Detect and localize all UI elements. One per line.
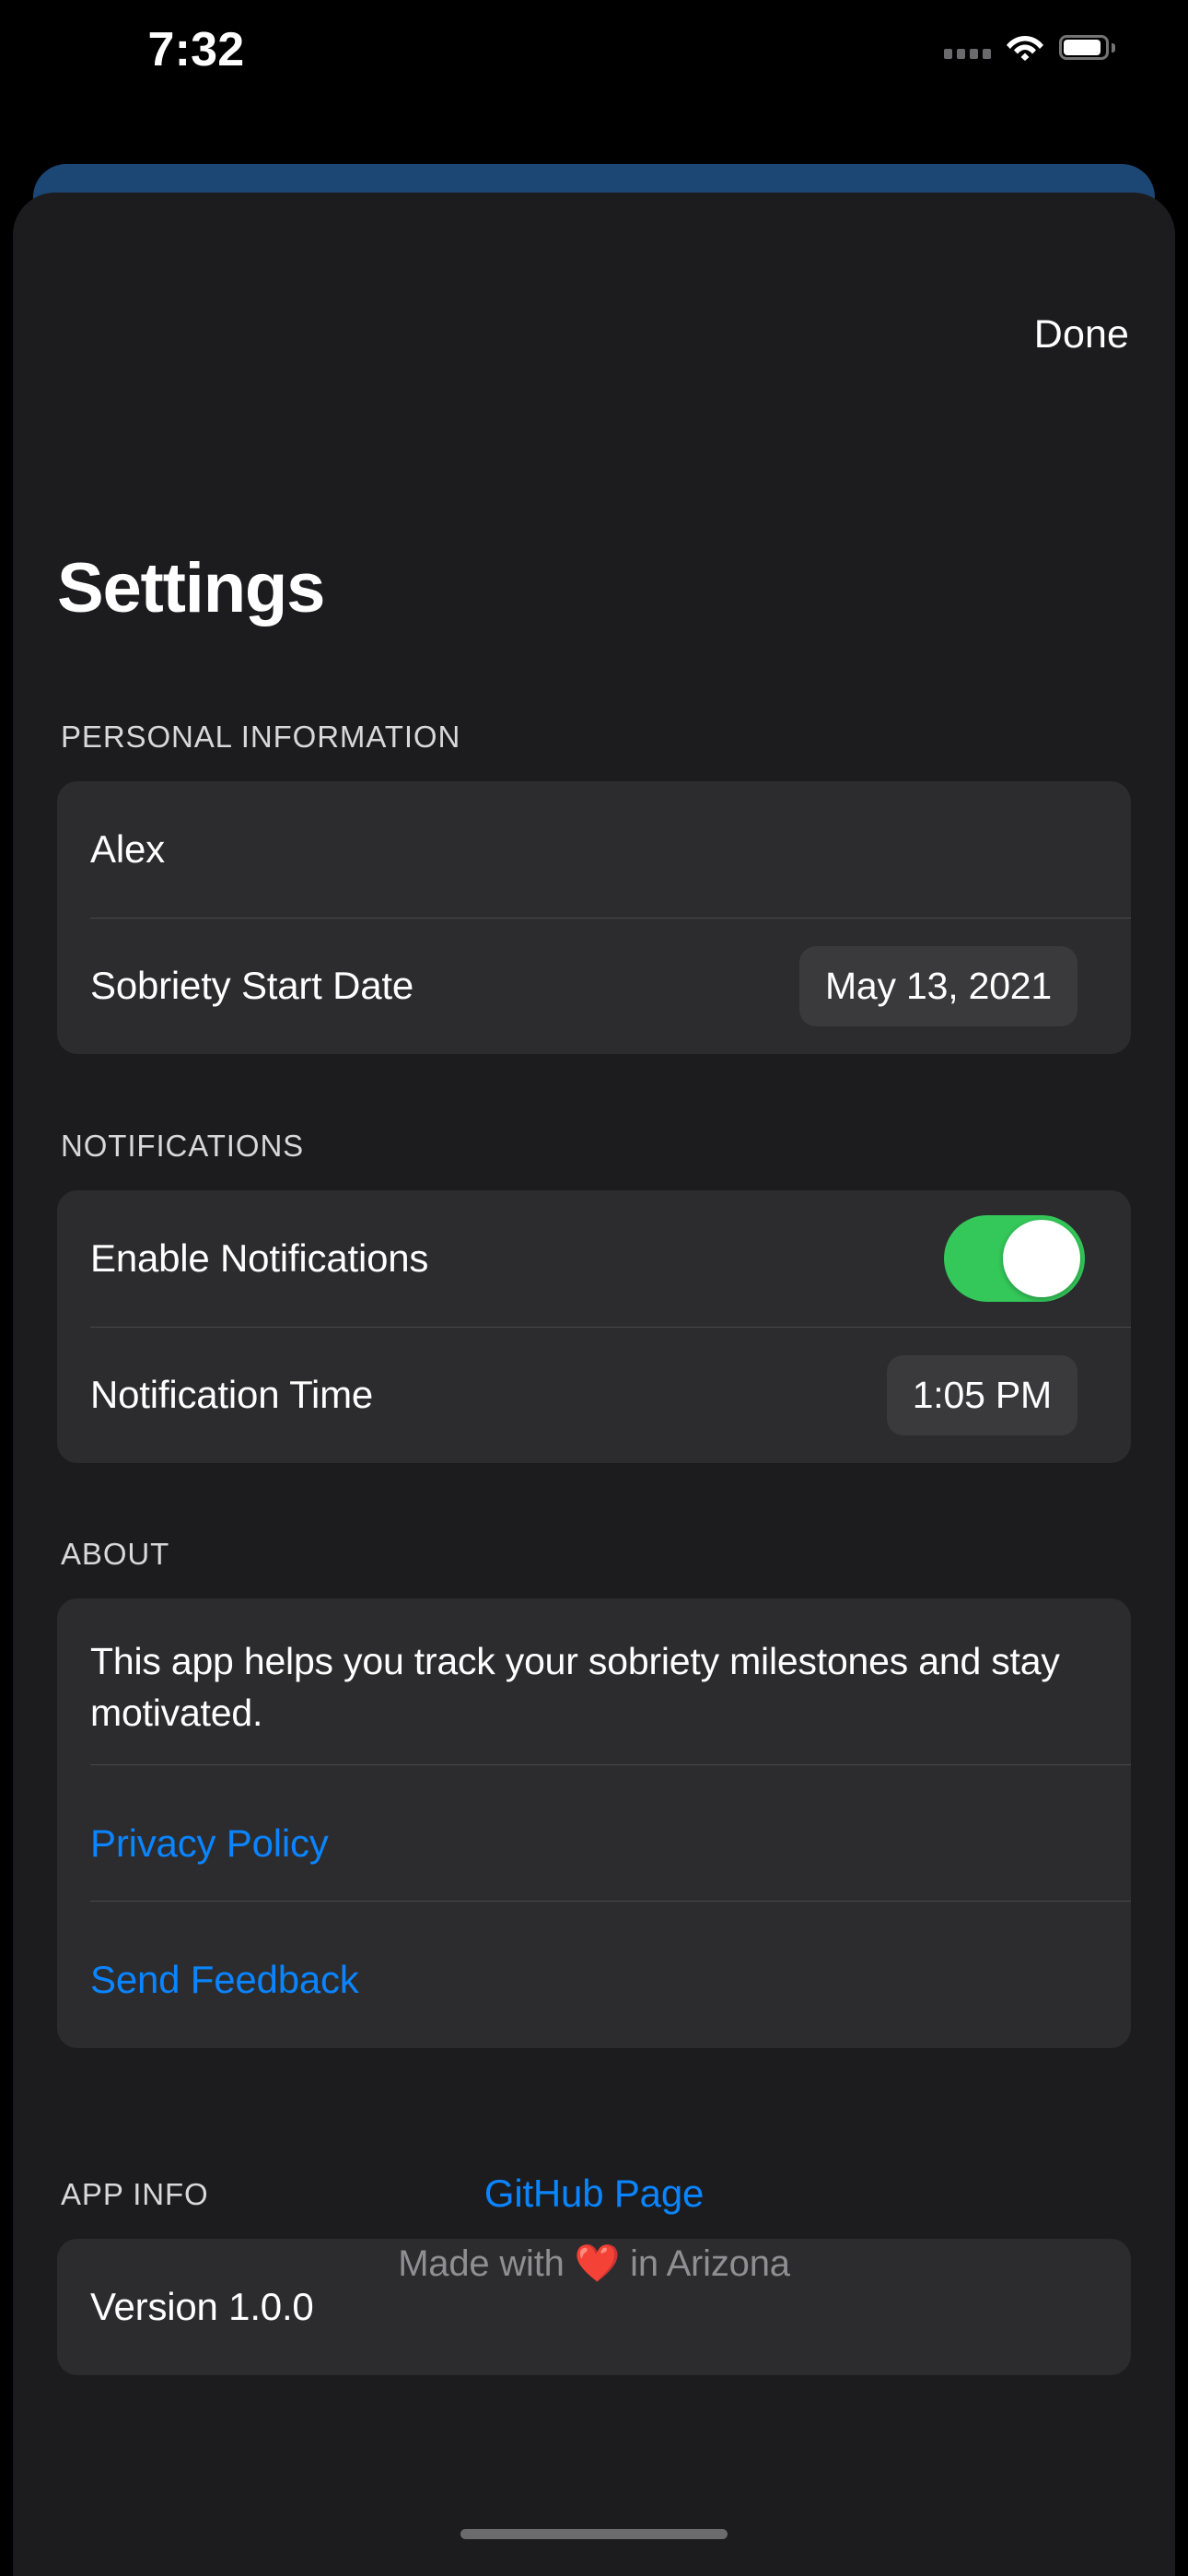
- settings-sheet: Done Settings PERSONAL INFORMATION Alex …: [13, 193, 1175, 2576]
- row-about-description: This app helps you track your sobriety m…: [57, 1598, 1131, 1775]
- name-value: Alex: [90, 827, 165, 871]
- section-header-notifications: NOTIFICATIONS: [61, 1129, 305, 1163]
- enable-notifications-toggle[interactable]: [944, 1215, 1085, 1302]
- section-header-about: ABOUT: [61, 1537, 170, 1571]
- made-with-note: Made with ❤️ in Arizona: [13, 2242, 1175, 2285]
- status-bar-time: 7:32: [147, 23, 245, 76]
- send-feedback-link[interactable]: Send Feedback: [90, 1958, 359, 2002]
- page-title: Settings: [57, 549, 325, 627]
- row-divider: [90, 1764, 1131, 1765]
- status-bar: 7:32: [0, 0, 1188, 138]
- status-bar-indicators: [944, 33, 1115, 61]
- version-value: Version 1.0.0: [90, 2285, 314, 2328]
- home-indicator[interactable]: [460, 2529, 728, 2539]
- sobriety-start-date-label: Sobriety Start Date: [90, 964, 414, 1007]
- section-header-personal-information: PERSONAL INFORMATION: [61, 720, 461, 754]
- heart-icon: ❤️: [574, 2243, 621, 2284]
- row-notification-time[interactable]: Notification Time 1:05 PM: [57, 1327, 1131, 1463]
- about-card: This app helps you track your sobriety m…: [57, 1598, 1131, 2048]
- about-description: This app helps you track your sobriety m…: [90, 1640, 1060, 1734]
- row-enable-notifications[interactable]: Enable Notifications: [57, 1190, 1131, 1327]
- notifications-card: Enable Notifications Notification Time 1…: [57, 1190, 1131, 1463]
- toggle-knob: [1003, 1220, 1080, 1297]
- github-page-link[interactable]: GitHub Page: [13, 2172, 1175, 2216]
- made-with-prefix: Made with: [398, 2243, 575, 2284]
- row-name[interactable]: Alex: [57, 781, 1131, 918]
- wifi-icon: [1006, 33, 1044, 61]
- sobriety-start-date-picker[interactable]: May 13, 2021: [798, 945, 1077, 1026]
- row-send-feedback[interactable]: Send Feedback: [57, 1912, 1131, 2048]
- signal-dots-icon: [944, 35, 991, 59]
- privacy-policy-link[interactable]: Privacy Policy: [90, 1821, 329, 1866]
- personal-information-card: Alex Sobriety Start Date May 13, 2021: [57, 781, 1131, 1054]
- done-button[interactable]: Done: [1034, 312, 1129, 357]
- made-with-suffix: in Arizona: [620, 2243, 790, 2284]
- row-privacy-policy[interactable]: Privacy Policy: [57, 1775, 1131, 1912]
- battery-icon: [1059, 34, 1115, 60]
- notification-time-label: Notification Time: [90, 1373, 374, 1416]
- row-divider: [90, 1901, 1131, 1902]
- row-sobriety-start-date[interactable]: Sobriety Start Date May 13, 2021: [57, 918, 1131, 1054]
- enable-notifications-label: Enable Notifications: [90, 1236, 429, 1280]
- notification-time-picker[interactable]: 1:05 PM: [886, 1354, 1077, 1435]
